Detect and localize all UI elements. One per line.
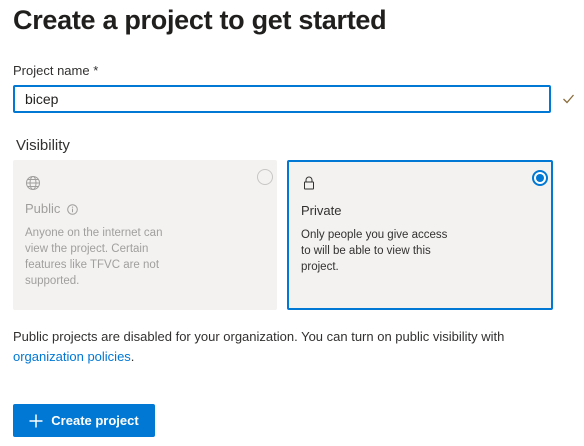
info-icon[interactable] [67,204,78,215]
notice-text: Public projects are disabled for your or… [13,329,505,344]
plus-icon [29,414,43,427]
public-radio [257,169,273,185]
private-option-description: Only people you give access to will be a… [301,229,448,273]
project-name-label: Project name * [13,63,99,78]
public-option-description: Anyone on the internet can view the proj… [25,227,163,287]
globe-icon [26,176,40,190]
visibility-option-private[interactable]: Private Only people you give access to w… [287,160,553,310]
private-option-title: Private [301,203,342,218]
private-radio[interactable] [532,170,548,186]
visibility-label: Visibility [16,137,70,154]
checkmark-icon [563,94,574,104]
lock-icon [304,176,314,190]
public-disabled-notice: Public projects are disabled for your or… [13,327,573,367]
notice-suffix: . [130,349,135,364]
create-project-button[interactable]: Create project [13,404,155,437]
page-title: Create a project to get started [13,5,387,35]
create-project-page: Create a project to get started Project … [0,0,584,446]
project-name-input[interactable] [13,85,551,113]
organization-policies-link[interactable]: organization policies [13,349,131,364]
create-project-label: Create project [51,413,139,428]
visibility-option-public: Public Anyone on the internet can view t… [13,160,277,310]
public-option-title: Public [25,201,61,216]
